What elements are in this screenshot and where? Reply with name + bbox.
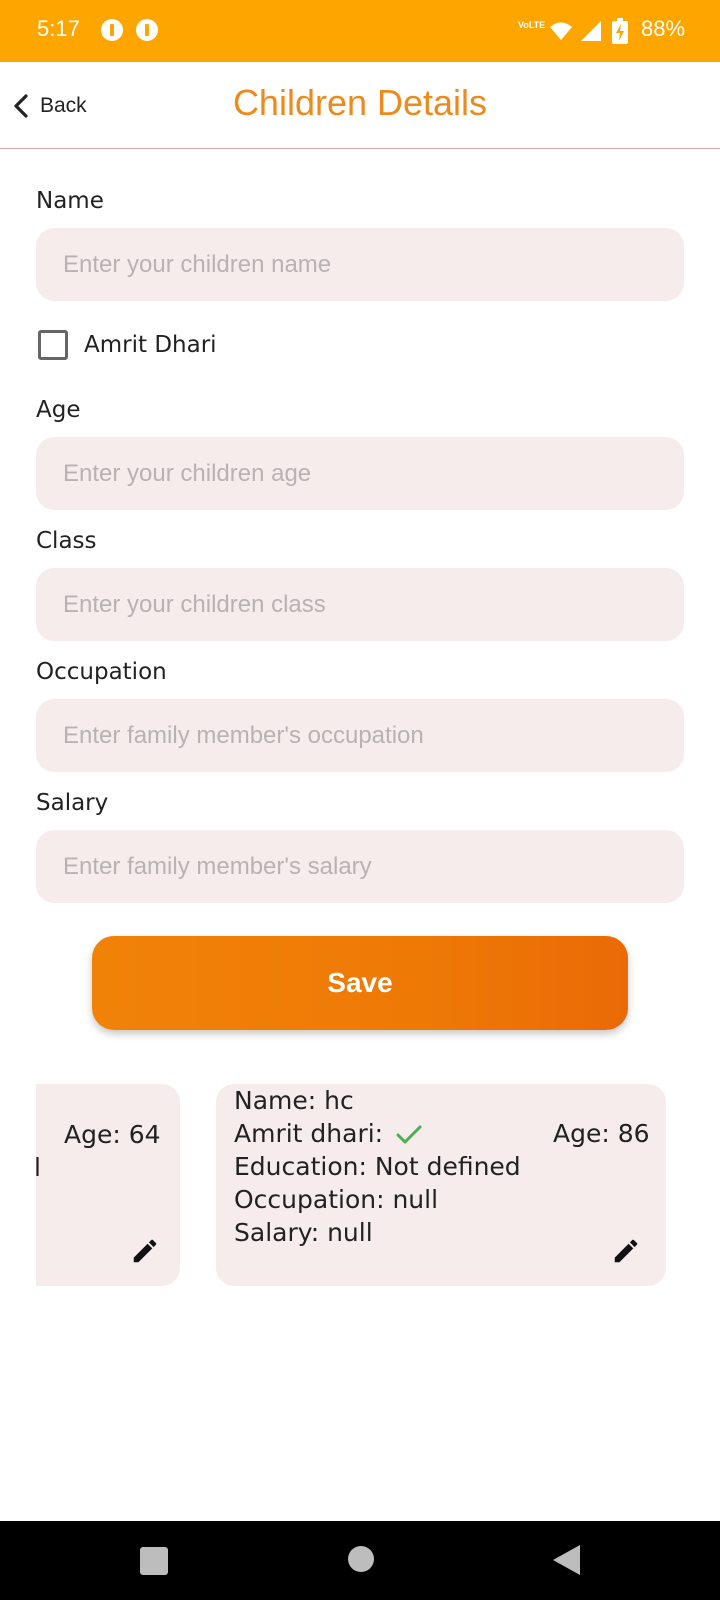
page-title: Children Details	[232, 82, 488, 123]
battery-charging-icon	[612, 18, 628, 44]
volte-icon: VoLTE	[518, 20, 546, 30]
check-icon	[396, 1125, 422, 1144]
salary-input[interactable]	[36, 830, 684, 903]
class-label: Class	[36, 528, 97, 554]
wifi-icon	[550, 22, 572, 40]
card-amrit-dhari: Amrit dhari:	[234, 1119, 384, 1148]
card-name: Name: hc	[234, 1086, 354, 1115]
checkbox-icon[interactable]	[38, 330, 68, 360]
occupation-input[interactable]	[36, 699, 684, 772]
app-header: Back Children Details	[0, 62, 720, 149]
card-age: Age: 64	[64, 1120, 161, 1149]
system-nav-bar	[0, 1521, 720, 1600]
edit-icon[interactable]	[611, 1236, 641, 1266]
child-card[interactable]: l Age: 64	[36, 1084, 180, 1286]
signal-icon	[581, 21, 601, 41]
edit-icon[interactable]	[130, 1236, 160, 1266]
card-age: Age: 86	[553, 1119, 650, 1148]
child-card[interactable]: Name: hc Amrit dhari: Age: 86 Education:…	[216, 1084, 666, 1286]
age-input[interactable]	[36, 437, 684, 510]
status-time: 5:17	[37, 16, 80, 41]
amrit-dhari-checkbox[interactable]: Amrit Dhari	[38, 330, 217, 360]
class-input[interactable]	[36, 568, 684, 641]
save-button[interactable]: Save	[92, 936, 628, 1030]
battery-percentage: 88%	[641, 16, 686, 41]
status-bar: 5:17 VoLTE 88%	[0, 0, 720, 62]
notification-icon	[136, 19, 158, 41]
notification-icon	[101, 19, 123, 41]
name-input[interactable]	[36, 228, 684, 301]
name-label: Name	[36, 188, 104, 214]
card-education: Education: Not defined	[234, 1152, 521, 1181]
occupation-label: Occupation	[36, 659, 167, 685]
age-label: Age	[36, 397, 81, 423]
recents-icon[interactable]	[138, 1545, 170, 1577]
amrit-dhari-label: Amrit Dhari	[84, 332, 217, 358]
card-salary: Salary: null	[234, 1218, 373, 1247]
children-cards-list[interactable]: l Age: 64 Name: hc Amrit dhari: Age: 86 …	[36, 1084, 684, 1288]
home-icon[interactable]	[347, 1545, 375, 1573]
back-nav-icon[interactable]	[550, 1543, 582, 1577]
salary-label: Salary	[36, 790, 109, 816]
card-cut-text: l	[36, 1153, 41, 1182]
card-amrit-dhari-row: Amrit dhari:	[234, 1117, 423, 1150]
card-occupation: Occupation: null	[234, 1185, 439, 1214]
